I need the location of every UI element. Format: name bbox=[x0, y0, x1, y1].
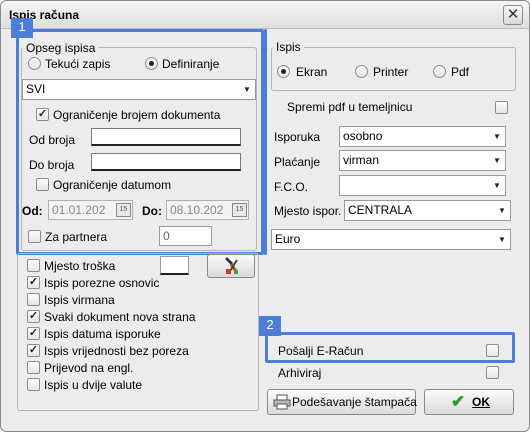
placanje-value: virman bbox=[343, 153, 380, 167]
radio-ekran-label: Ekran bbox=[296, 65, 328, 79]
tools-button[interactable] bbox=[207, 254, 255, 278]
fco-label: F.C.O. bbox=[274, 180, 309, 194]
chevron-down-icon[interactable]: ▼ bbox=[494, 201, 510, 220]
chevron-down-icon[interactable]: ▼ bbox=[489, 127, 505, 146]
tools-icon bbox=[225, 257, 239, 274]
radio-pdf[interactable] bbox=[433, 65, 446, 78]
fco-combo[interactable]: ▼ bbox=[339, 175, 506, 196]
spremi-pdf-checkbox[interactable] bbox=[495, 101, 508, 114]
ispis-label: Ispis bbox=[273, 40, 304, 54]
mjesto-ispor-combo[interactable]: CENTRALA ▼ bbox=[344, 200, 511, 221]
chevron-down-icon[interactable]: ▼ bbox=[494, 230, 510, 249]
option-label-0: Mjesto troška bbox=[44, 259, 116, 273]
option-checkbox-0[interactable] bbox=[27, 259, 40, 272]
option-checkbox-7[interactable] bbox=[27, 378, 40, 391]
radio-printer-label: Printer bbox=[373, 65, 409, 79]
posalji-checkbox[interactable] bbox=[486, 344, 499, 357]
isporuka-label: Isporuka bbox=[274, 130, 321, 144]
chevron-down-icon[interactable]: ▼ bbox=[489, 176, 505, 195]
option-label-1: Ispis porezne osnovic bbox=[44, 276, 160, 290]
radio-pdf-label: Pdf bbox=[451, 65, 470, 79]
check-icon: ✓ bbox=[28, 310, 39, 322]
check-icon: ✔ bbox=[451, 392, 466, 411]
option-checkbox-2[interactable] bbox=[27, 293, 40, 306]
print-invoice-dialog: Ispis računa ✕ Opseg ispisa Tekući zapis… bbox=[0, 0, 530, 432]
close-icon: ✕ bbox=[506, 6, 520, 23]
placanje-label: Plaćanje bbox=[274, 155, 321, 169]
isporuka-combo[interactable]: osobno ▼ bbox=[339, 126, 506, 147]
option-checkbox-1[interactable]: ✓ bbox=[27, 276, 40, 289]
check-icon: ✓ bbox=[28, 276, 39, 288]
mjesto-ispor-label: Mjesto ispor. bbox=[274, 204, 342, 218]
title-bar: Ispis računa ✕ bbox=[1, 1, 529, 29]
ok-label: OK bbox=[472, 395, 490, 409]
arhiviraj-checkbox[interactable] bbox=[486, 366, 499, 379]
printer-settings-button[interactable]: Podešavanje štampača bbox=[267, 389, 417, 415]
option-label-7: Ispis u dvije valute bbox=[44, 378, 143, 392]
highlight-box-1-right bbox=[264, 29, 267, 255]
isporuka-value: osobno bbox=[343, 129, 383, 143]
valuta-value: Euro bbox=[275, 232, 301, 246]
close-button[interactable]: ✕ bbox=[503, 5, 523, 25]
printer-icon bbox=[273, 394, 291, 410]
radio-ekran[interactable] bbox=[277, 65, 290, 78]
spremi-pdf-label: Spremi pdf u temeljnicu bbox=[287, 100, 413, 114]
option-checkbox-6[interactable] bbox=[27, 361, 40, 374]
valuta-combo[interactable]: Euro ▼ bbox=[271, 229, 511, 250]
check-icon: ✓ bbox=[28, 344, 39, 356]
mjesto-ispor-value: CENTRALA bbox=[348, 203, 413, 217]
printer-settings-label: Podešavanje štampača bbox=[292, 395, 417, 409]
placanje-combo[interactable]: virman ▼ bbox=[339, 150, 506, 171]
option-label-3: Svaki dokument nova strana bbox=[44, 310, 196, 324]
option-checkbox-4[interactable]: ✓ bbox=[27, 327, 40, 340]
highlight-box-1 bbox=[16, 29, 264, 255]
posalji-label: Pošalji E-Račun bbox=[278, 344, 364, 358]
option-checkbox-5[interactable]: ✓ bbox=[27, 344, 40, 357]
callout-badge-1: 1 bbox=[11, 18, 33, 38]
arhiviraj-label: Arhiviraj bbox=[278, 366, 322, 380]
option-label-4: Ispis datuma isporuke bbox=[44, 327, 161, 341]
check-icon: ✓ bbox=[28, 327, 39, 339]
option-checkbox-3[interactable]: ✓ bbox=[27, 310, 40, 323]
option-label-6: Prijevod na engl. bbox=[44, 361, 134, 375]
option-label-5: Ispis vrijednosti bez poreza bbox=[44, 344, 189, 358]
callout-badge-2: 2 bbox=[259, 316, 281, 336]
radio-printer[interactable] bbox=[355, 65, 368, 78]
ok-button[interactable]: ✔ OK bbox=[424, 389, 514, 415]
option-label-2: Ispis virmana bbox=[44, 293, 115, 307]
mjesto-troska-input[interactable] bbox=[160, 256, 189, 275]
chevron-down-icon[interactable]: ▼ bbox=[489, 151, 505, 170]
